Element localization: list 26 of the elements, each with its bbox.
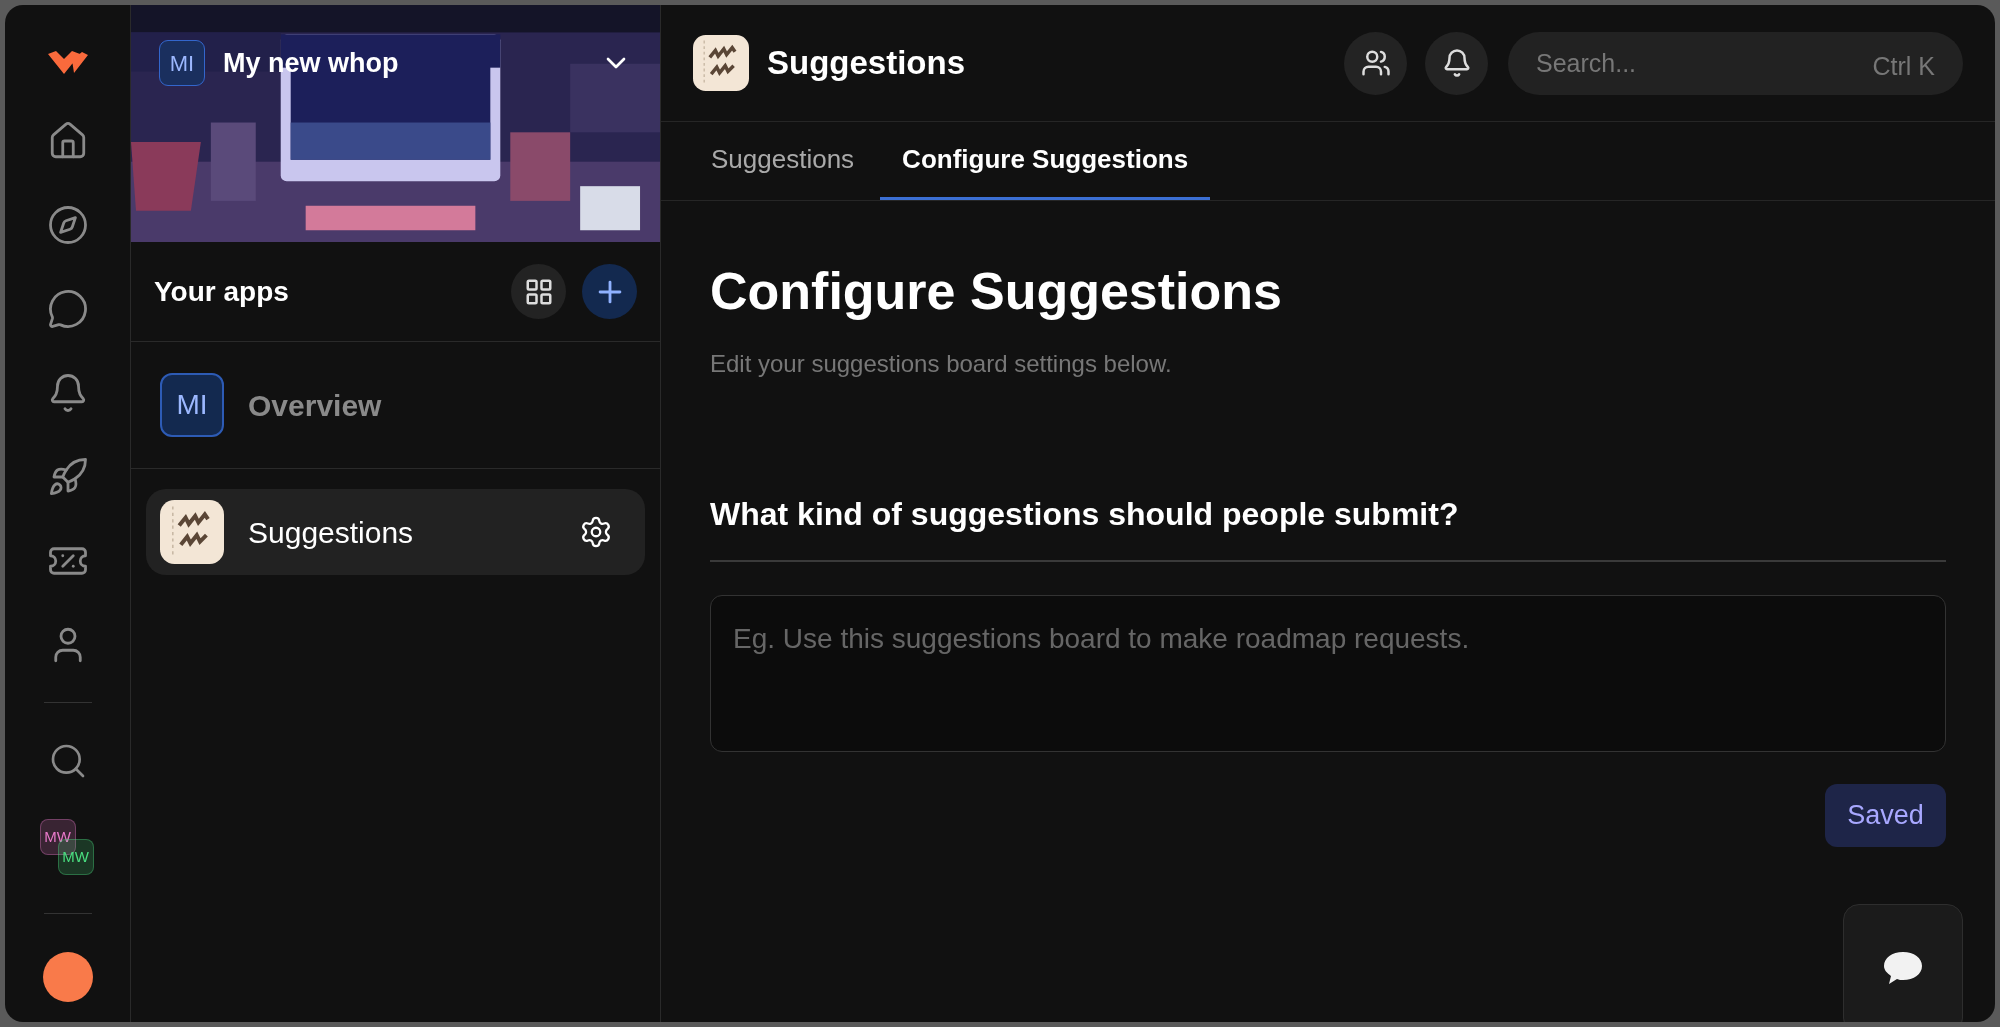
add-app-button[interactable] [582,264,637,319]
question-label: What kind of suggestions should people submit? [710,490,1946,562]
chat-button[interactable] [1843,904,1963,1022]
sidebar-item[interactable]: Suggestions [146,489,645,575]
tab[interactable]: Suggestions [689,121,877,200]
page-subtitle: Edit your suggestions board settings below. [710,349,1173,379]
workspace-name: My new whop [223,46,399,80]
notebook-icon [693,35,749,91]
tab[interactable]: Configure Suggestions [880,121,1211,200]
sidebar-item[interactable]: MI Overview [146,362,645,448]
save-button[interactable]: Saved [1825,784,1946,847]
logo-icon[interactable] [45,50,90,76]
workspace-switcher[interactable]: MI My new whop [159,40,632,86]
app-avatar: MI [160,373,224,437]
page-header-title: Suggestions [767,43,966,84]
settings-icon[interactable] [579,515,613,549]
compass-icon[interactable] [46,204,89,246]
description-field[interactable]: Eg. Use this suggestions board to make roadmap requests. [710,595,1946,752]
user-avatar[interactable] [42,952,93,1002]
users-icon [1360,48,1391,78]
page-title: Configure Suggestions [710,261,1283,322]
workspace-avatar: MI [159,40,205,86]
notebook-icon [160,500,224,564]
section-title: Your apps [154,274,289,309]
chat-icon[interactable] [46,288,89,330]
shortcut-hint: Ctrl K [1872,50,1935,82]
